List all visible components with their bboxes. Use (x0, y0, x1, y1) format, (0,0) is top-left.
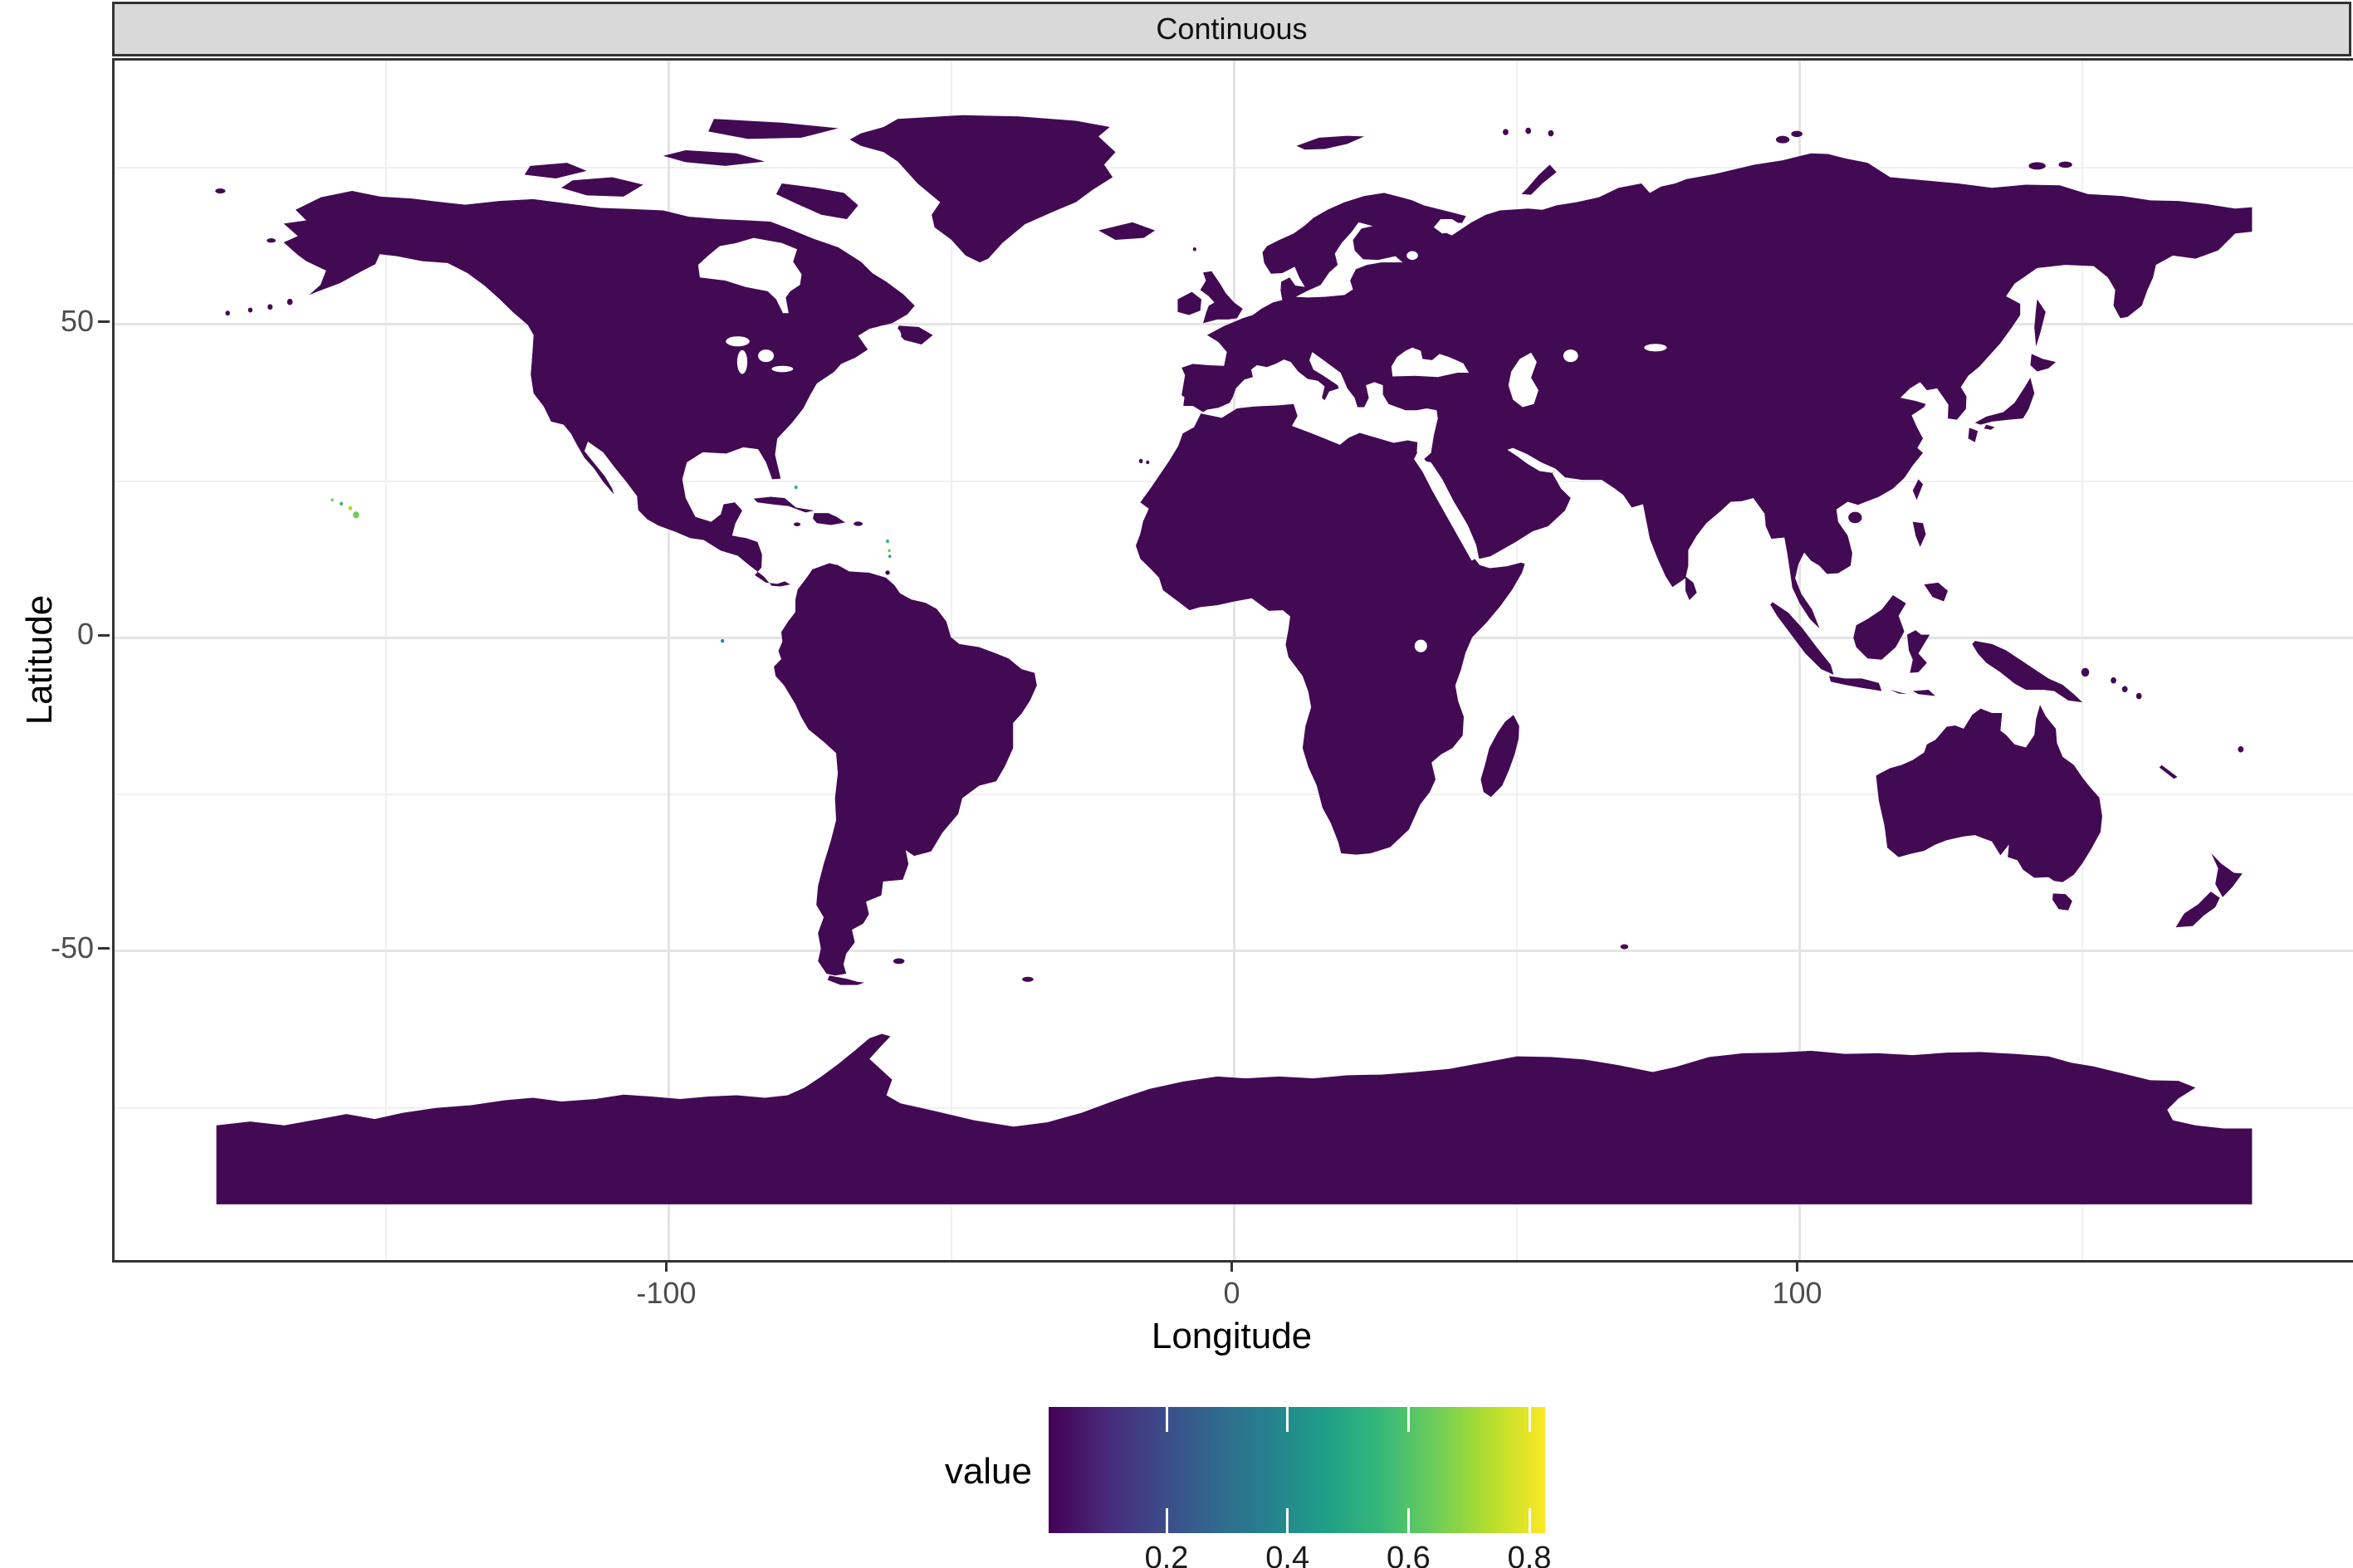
legend-tick-label: 0.2 (1108, 1541, 1225, 1568)
y-tick-label: 50 (19, 304, 94, 339)
x-axis-title: Longitude (112, 1316, 2351, 1357)
landmass-hawaii-maui (349, 506, 353, 510)
x-tick-label: -100 (599, 1276, 732, 1311)
legend-tick-label: 0.8 (1471, 1541, 1587, 1568)
landmass-bahamas (795, 486, 798, 490)
landmass-galapagos (721, 639, 724, 643)
water-lake-balkhash (1644, 344, 1666, 351)
world-raster-map (115, 61, 2353, 1260)
legend-title: value (830, 1451, 1032, 1492)
x-axis-tick (665, 1260, 668, 1272)
x-axis-tick (1796, 1260, 1798, 1272)
legend-tick-label: 0.4 (1230, 1541, 1346, 1568)
landmass-hawaii-kauai (331, 498, 334, 501)
land-base-fill (215, 115, 2252, 1204)
legend-tick-mark (1286, 1508, 1289, 1533)
water-aral-sea (1563, 349, 1578, 362)
y-axis-title: Latitude (19, 569, 61, 751)
x-tick-label: 100 (1731, 1276, 1864, 1311)
facet-strip: Continuous (112, 2, 2351, 56)
landmass-antilles-2 (888, 550, 890, 553)
y-axis-tick (98, 947, 110, 950)
landmass-antilles-3 (888, 554, 891, 558)
legend-tick-mark (1166, 1407, 1168, 1432)
legend-tick-mark (1529, 1407, 1531, 1432)
ggplot-figure: Continuous (0, 0, 2353, 1568)
y-axis-tick (98, 320, 110, 323)
plot-panel (112, 58, 2353, 1263)
legend-tick-mark (1407, 1407, 1410, 1432)
water-lake-superior (726, 336, 750, 346)
legend-tick-mark (1529, 1508, 1531, 1533)
legend-tick-mark (1407, 1508, 1410, 1533)
water-lake-erie-ontario (771, 366, 793, 373)
water-lake-michigan (737, 350, 747, 374)
water-lake-huron (758, 349, 774, 362)
landmass-antilles-1 (886, 540, 889, 544)
map-projection-group (215, 115, 2252, 1204)
y-axis-tick (98, 634, 110, 637)
water-lake-victoria (1415, 640, 1427, 652)
legend-gradient-bar (1049, 1407, 1545, 1533)
x-tick-label: 0 (1166, 1276, 1299, 1311)
water-lake-ladoga (1406, 252, 1418, 261)
y-tick-label: -50 (19, 931, 94, 965)
landmass-hawaii-big-island (353, 511, 359, 518)
x-axis-tick (1230, 1260, 1233, 1272)
legend-tick-label: 0.6 (1350, 1541, 1466, 1568)
water-gulf-st-lawrence (872, 325, 901, 345)
landmass-hawaii-oahu (340, 502, 343, 506)
legend-tick-mark (1166, 1508, 1168, 1533)
facet-strip-label: Continuous (1156, 12, 1307, 46)
legend-tick-mark (1286, 1407, 1289, 1432)
y-tick-label: 0 (19, 617, 94, 652)
